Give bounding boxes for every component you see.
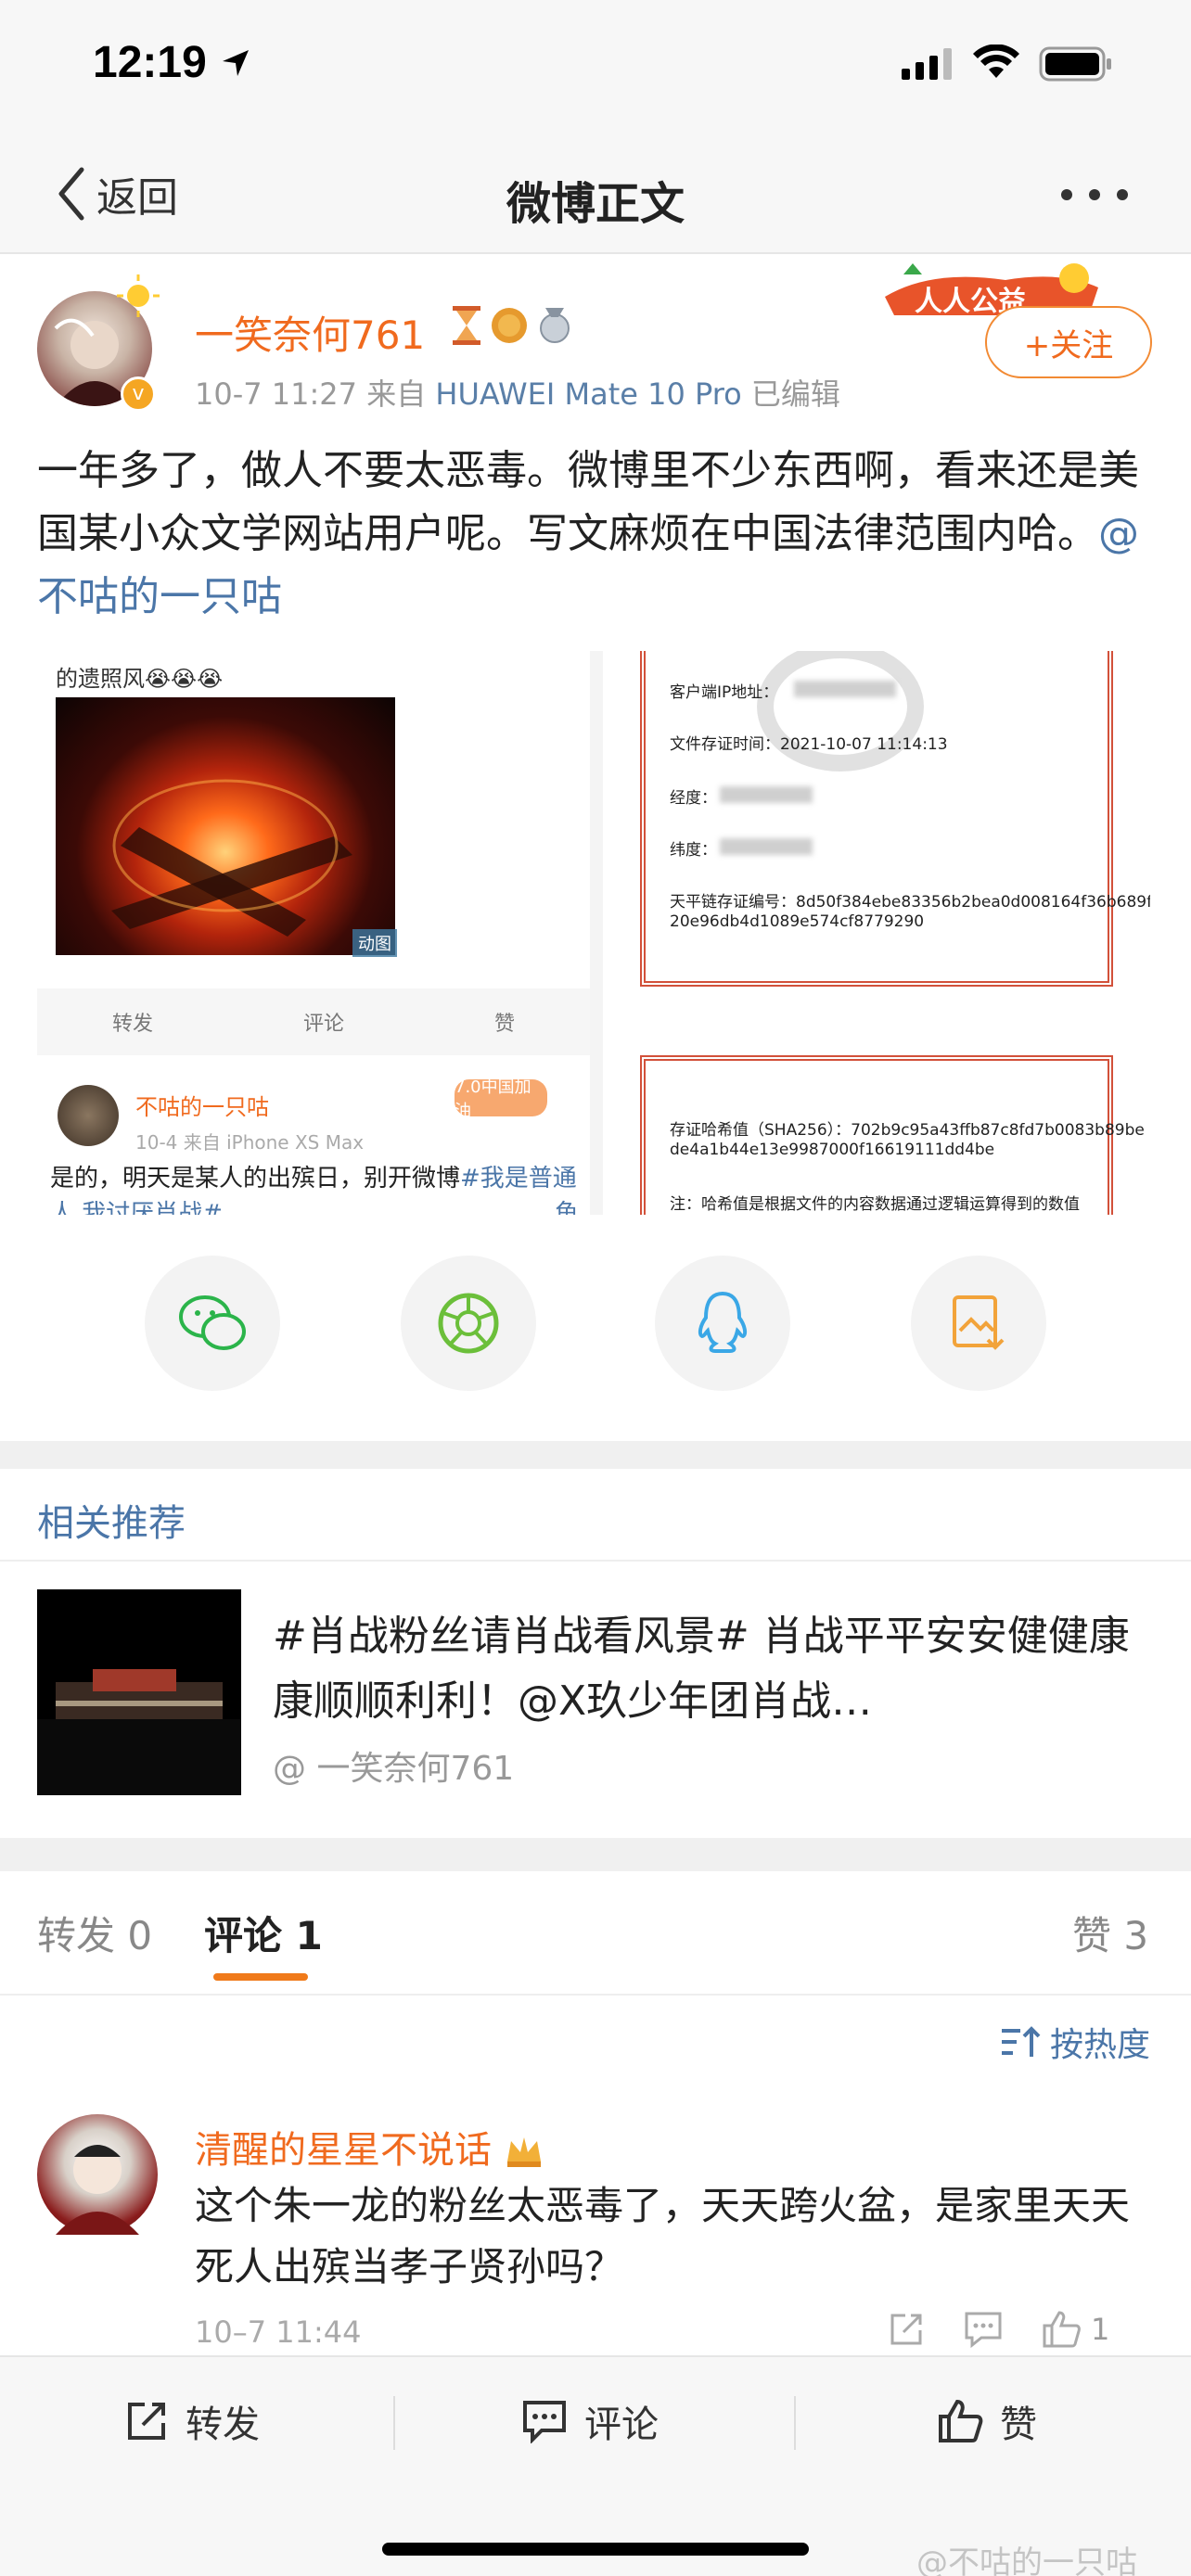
embedded-action-row: 转发 评论 赞	[37, 988, 590, 1055]
crown-badge-icon	[506, 2137, 541, 2167]
cert-time: 文件存证时间：2021-10-07 11:14:13	[670, 735, 948, 754]
cert-chain: 天平链存证编号：8d50f384ebe83356b2bea0d008164f36…	[670, 893, 1150, 912]
page-title: 微博正文	[506, 178, 685, 230]
follow-button[interactable]: +关注	[985, 306, 1152, 378]
commenter-name-text: 清醒的星星不说话	[195, 2129, 492, 2172]
comment-time: 10–7 11:44	[195, 2315, 362, 2350]
fire-image	[56, 697, 395, 955]
commenter-avatar[interactable]	[37, 2114, 158, 2235]
image-caption: 的遗照风😭😭😭	[56, 666, 224, 692]
medal-icon	[540, 308, 570, 343]
comment-share-icon[interactable]	[887, 2310, 926, 2349]
embedded-name: 不咕的一只咕	[135, 1094, 269, 1120]
sun-decoration-icon	[117, 274, 160, 317]
home-indicator	[382, 2543, 809, 2556]
save-image-icon	[953, 1295, 1005, 1350]
like-icon	[939, 2399, 983, 2442]
cert-ip: 客户端IP地址：	[670, 683, 779, 702]
location-arrow-icon	[223, 50, 249, 76]
embedded-comment-label: 评论	[302, 1013, 344, 1036]
post-meta: 10-7 11:27 来自 HUAWEI Mate 10 Pro 已编辑	[195, 371, 840, 414]
sort-icon	[1002, 2026, 1041, 2057]
related-title: 相关推荐	[37, 1502, 186, 1545]
related-author: @ 一笑奈何761	[273, 1750, 515, 1788]
hourglass-icon	[453, 306, 480, 345]
author-name[interactable]: 一笑奈何761	[195, 304, 425, 361]
embedded-tag: 7.0中国加油	[455, 1078, 547, 1121]
section-divider	[0, 1838, 1191, 1871]
thumbs-up-icon	[1043, 2311, 1081, 2348]
cellular-signal-icon	[902, 48, 952, 80]
status-bar: 12:19	[0, 0, 1191, 139]
wechat-icon	[179, 1295, 246, 1350]
qq-icon	[698, 1291, 748, 1353]
comment-like-count: 1	[1091, 2312, 1110, 2347]
certificate-top: 客户端IP地址： 文件存证时间：2021-10-07 11:14:13 经度： …	[640, 651, 1150, 987]
battery-icon	[1039, 46, 1111, 82]
commenter-name[interactable]: 清醒的星星不说话	[195, 2120, 544, 2174]
comment-label: 评论	[584, 2404, 659, 2446]
bottom-action-bar: 转发 评论 赞 @不咕的一只咕	[0, 2355, 1191, 2576]
related-text: #肖战粉丝请肖战看风景# 肖战平平安安健健康康顺顺利利！@X玖少年团肖战…	[273, 1613, 1130, 1725]
active-tab-indicator	[213, 1973, 308, 1981]
like-label: 赞	[1000, 2404, 1037, 2446]
cert-hash: 存证哈希值（SHA256）：702b9c95a43ffb87c8fd7b0083…	[670, 1121, 1145, 1140]
sort-button[interactable]: 按热度	[1000, 2018, 1150, 2066]
sort-label: 按热度	[1050, 2026, 1151, 2064]
post-body: 一年多了，做人不要太恶毒。微博里不少东西啊，看来还是美国某小众文学网站用户呢。写…	[37, 447, 1139, 557]
user-badges	[451, 306, 573, 345]
cert-lng: 经度：	[670, 789, 717, 808]
comment-icon	[523, 2401, 566, 2443]
save-image-button[interactable]	[911, 1256, 1046, 1391]
comment-button[interactable]: 评论	[521, 2394, 659, 2448]
repost-label: 转发	[186, 2404, 260, 2446]
embedded-avatar	[58, 1085, 119, 1146]
embedded-repost-label: 转发	[111, 1013, 153, 1036]
related-header: 相关推荐	[0, 1469, 1191, 1562]
verified-badge-icon: v	[121, 376, 156, 412]
repost-button[interactable]: 转发	[124, 2394, 260, 2448]
cert-note: 注：哈希值是根据文件的内容数据通过逻辑运算得到的数值	[670, 1195, 1080, 1214]
tab-like[interactable]: 赞 3	[1072, 1905, 1148, 1961]
share-row	[0, 1215, 1191, 1447]
bar-divider	[393, 2396, 395, 2450]
post-from: 来自	[366, 376, 427, 412]
comment-reply-icon[interactable]	[963, 2310, 1004, 2349]
section-divider	[0, 1441, 1191, 1469]
related-thumbnail	[37, 1589, 241, 1795]
cert-hash-2: de4a1b44e13e9987000f16619111dd4be	[670, 1141, 995, 1159]
embedded-text-plain: 是的，明天是某人的出殡日，别开微博	[50, 1165, 461, 1192]
status-time: 12:19	[93, 38, 207, 87]
share-moments-button[interactable]	[401, 1256, 536, 1391]
post-time: 10-7 11:27	[195, 376, 358, 412]
moments-icon	[438, 1293, 499, 1354]
tab-comment[interactable]: 评论 1	[204, 1905, 323, 1961]
post-edited: 已编辑	[750, 376, 840, 412]
share-wechat-button[interactable]	[145, 1256, 280, 1391]
post-source[interactable]: HUAWEI Mate 10 Pro	[435, 376, 741, 412]
bar-divider	[794, 2396, 796, 2450]
more-options-icon[interactable]	[1057, 185, 1132, 204]
comment-text: 这个朱一龙的粉丝太恶毒了，天天跨火盆，是家里天天死人出殡当孝子贤孙吗？	[195, 2183, 1131, 2289]
comment-actions: 1	[887, 2309, 1109, 2350]
gif-tag: 动图	[352, 929, 397, 957]
embedded-meta: 10-4 来自 iPhone XS Max	[135, 1131, 365, 1154]
related-item[interactable]: #肖战粉丝请肖战看风景# 肖战平平安安健健康康顺顺利利！@X玖少年团肖战… @ …	[0, 1563, 1191, 1838]
post-text: 一年多了，做人不要太恶毒。微博里不少东西啊，看来还是美国某小众文学网站用户呢。写…	[37, 440, 1150, 629]
cert-chain-2: 20e96db4d1089e574cf8779290	[670, 912, 925, 931]
share-qq-button[interactable]	[655, 1256, 790, 1391]
nav-bar: 返回 微博正文	[0, 139, 1191, 254]
comment-item: 清醒的星星不说话 这个朱一龙的粉丝太恶毒了，天天跨火盆，是家里天天死人出殡当孝子…	[0, 2105, 1191, 2365]
tab-repost[interactable]: 转发 0	[37, 1905, 152, 1961]
like-button[interactable]: 赞	[937, 2394, 1037, 2448]
repost-icon	[128, 2403, 165, 2440]
interaction-tabs: 转发 0 评论 1 赞 3	[0, 1871, 1191, 1996]
mooncake-icon	[492, 308, 527, 343]
embedded-like-label: 赞	[493, 1013, 515, 1036]
weibo-watermark: @不咕的一只咕	[916, 2544, 1137, 2576]
wifi-icon	[973, 45, 1019, 78]
cert-lat: 纬度：	[670, 841, 717, 860]
comment-like-button[interactable]: 1	[1041, 2309, 1109, 2350]
